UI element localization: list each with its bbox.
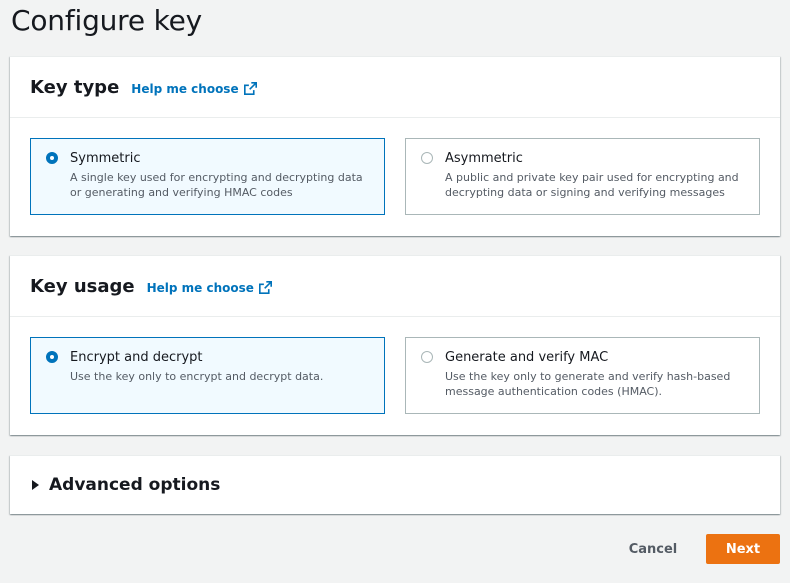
option-description: A public and private key pair used for e… bbox=[445, 171, 739, 199]
advanced-options-toggle[interactable]: Advanced options bbox=[10, 455, 780, 514]
radio-symmetric[interactable] bbox=[46, 152, 58, 164]
help-link-label: Help me choose bbox=[131, 81, 239, 96]
key-type-option-symmetric[interactable]: Symmetric A single key used for encrypti… bbox=[30, 138, 385, 215]
key-usage-options: Encrypt and decrypt Use the key only to … bbox=[10, 317, 780, 436]
next-button[interactable]: Next bbox=[706, 534, 780, 564]
option-title: Generate and verify MAC bbox=[445, 350, 609, 365]
key-type-header: Key type Help me choose bbox=[10, 57, 780, 118]
help-link-label: Help me choose bbox=[146, 280, 254, 295]
option-description: A single key used for encrypting and dec… bbox=[70, 171, 363, 199]
advanced-options-label: Advanced options bbox=[49, 475, 221, 495]
key-usage-help-link[interactable]: Help me choose bbox=[147, 281, 272, 295]
page-title: Configure key bbox=[11, 4, 203, 37]
option-description: Use the key only to generate and verify … bbox=[445, 370, 731, 398]
key-type-options: Symmetric A single key used for encrypti… bbox=[10, 118, 780, 237]
key-type-option-asymmetric[interactable]: Asymmetric A public and private key pair… bbox=[405, 138, 760, 215]
external-link-icon bbox=[243, 82, 257, 95]
radio-encrypt-decrypt[interactable] bbox=[46, 351, 58, 363]
key-type-panel: Key type Help me choose Symmetric A sing… bbox=[10, 56, 780, 236]
key-usage-heading: Key usage bbox=[30, 275, 135, 297]
option-description: Use the key only to encrypt and decrypt … bbox=[70, 370, 324, 383]
option-title: Symmetric bbox=[70, 151, 141, 166]
option-title: Encrypt and decrypt bbox=[70, 350, 203, 365]
key-usage-option-generate-verify-mac[interactable]: Generate and verify MAC Use the key only… bbox=[405, 337, 760, 414]
radio-generate-verify-mac[interactable] bbox=[421, 351, 433, 363]
cancel-button[interactable]: Cancel bbox=[613, 534, 693, 564]
option-title: Asymmetric bbox=[445, 151, 523, 166]
caret-right-icon bbox=[32, 480, 39, 490]
key-type-help-link[interactable]: Help me choose bbox=[131, 81, 257, 96]
key-type-heading: Key type bbox=[30, 76, 120, 98]
radio-asymmetric[interactable] bbox=[421, 152, 433, 164]
key-usage-option-encrypt-decrypt[interactable]: Encrypt and decrypt Use the key only to … bbox=[30, 337, 385, 414]
key-usage-panel: Key usage Help me choose Encrypt and dec… bbox=[10, 255, 780, 435]
key-usage-header: Key usage Help me choose bbox=[10, 256, 780, 317]
external-link-icon bbox=[258, 281, 272, 294]
configure-key-page: Configure key Key type Help me choose Sy… bbox=[0, 0, 790, 583]
